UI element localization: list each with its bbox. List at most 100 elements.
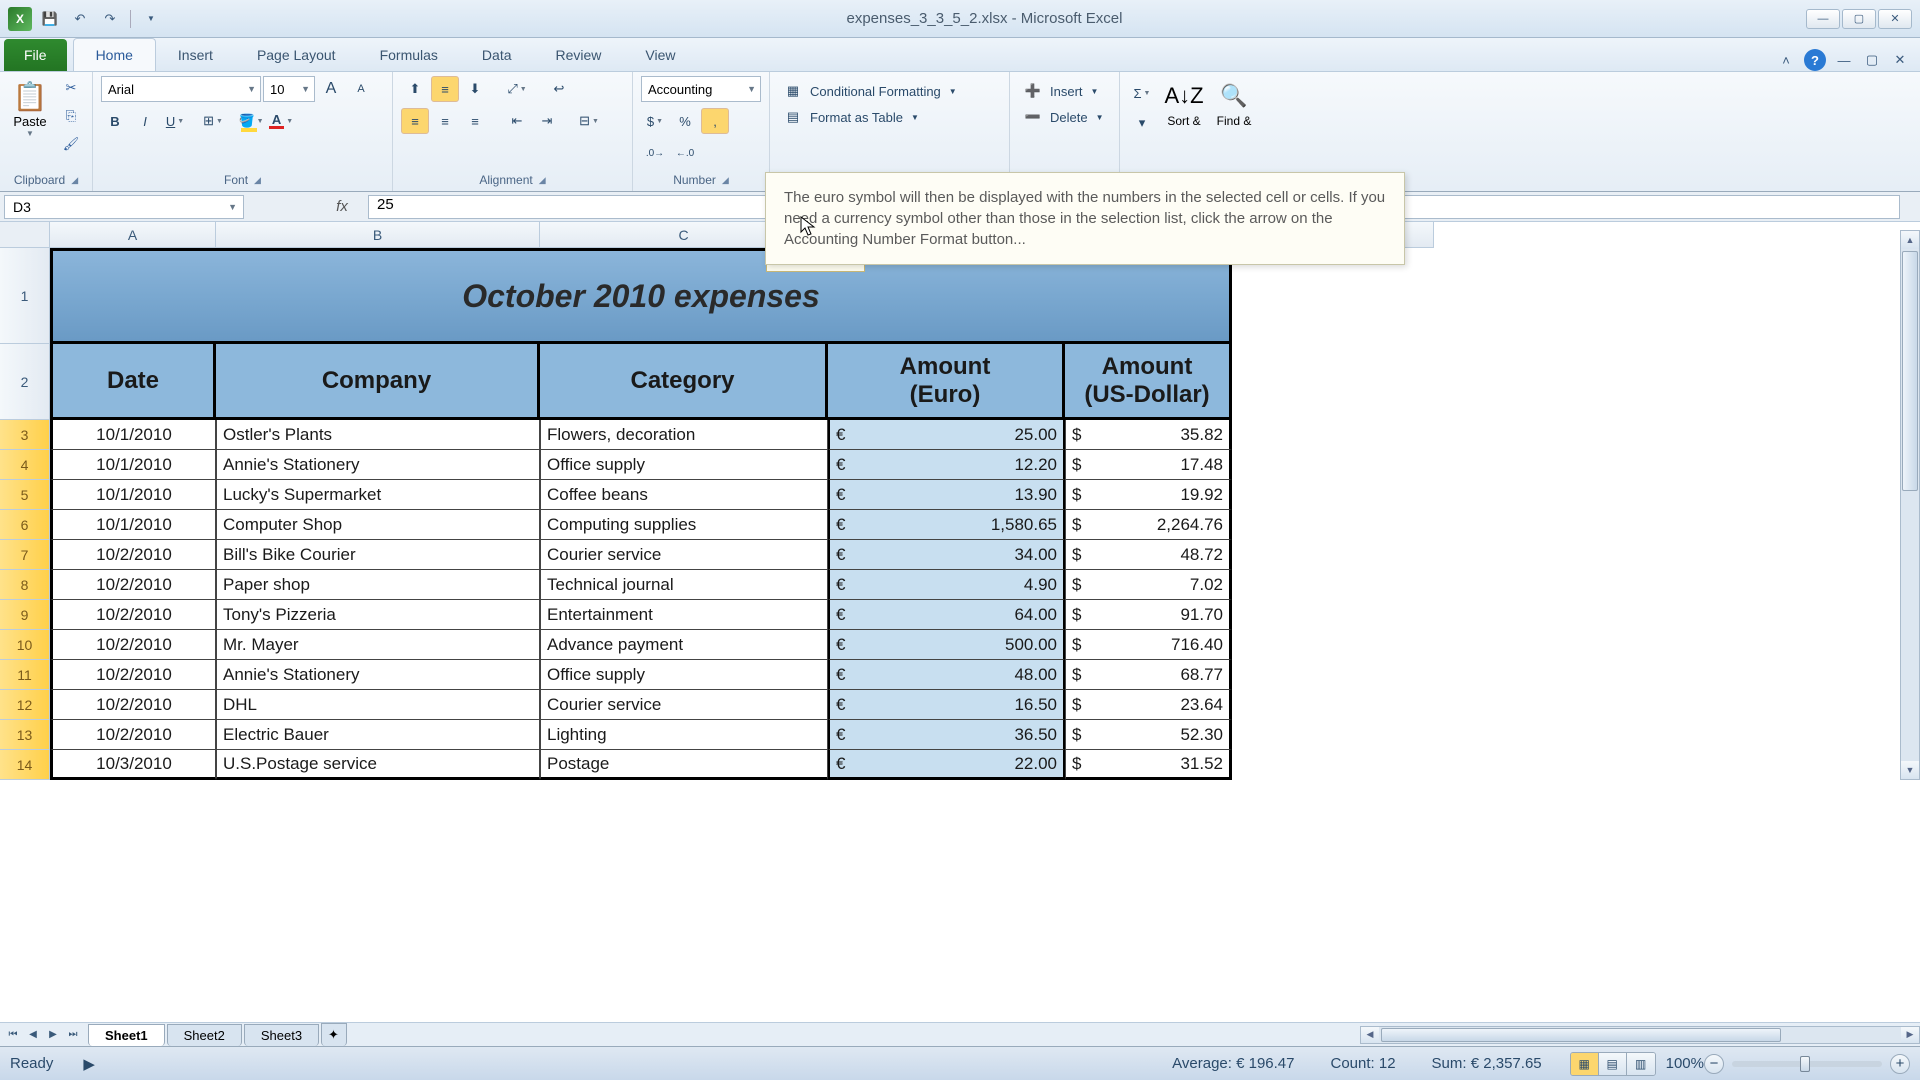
table-cell[interactable]: Flowers, decoration bbox=[540, 420, 828, 450]
workbook-minimize-icon[interactable]: — bbox=[1834, 52, 1854, 68]
excel-logo-icon[interactable]: X bbox=[8, 7, 32, 31]
align-right-icon[interactable]: ≡ bbox=[461, 108, 489, 134]
undo-icon[interactable]: ↶ bbox=[68, 7, 92, 31]
hscroll-thumb[interactable] bbox=[1381, 1028, 1781, 1042]
table-cell[interactable]: €34.00 bbox=[828, 540, 1065, 570]
table-cell[interactable]: 10/2/2010 bbox=[50, 570, 216, 600]
row-header-2[interactable]: 2 bbox=[0, 344, 50, 420]
table-cell[interactable]: Office supply bbox=[540, 450, 828, 480]
close-button[interactable]: ✕ bbox=[1878, 9, 1912, 29]
number-dialog-launcher[interactable]: ◢ bbox=[722, 175, 729, 186]
table-cell[interactable]: U.S.Postage service bbox=[216, 750, 540, 780]
zoom-out-button[interactable]: − bbox=[1704, 1054, 1724, 1074]
table-cell[interactable]: 10/1/2010 bbox=[50, 420, 216, 450]
wrap-text-icon[interactable]: ↩ bbox=[545, 76, 573, 102]
vertical-scrollbar[interactable]: ▲ ▼ bbox=[1900, 230, 1920, 780]
table-cell[interactable]: Advance payment bbox=[540, 630, 828, 660]
col-header-B[interactable]: B bbox=[216, 222, 540, 248]
align-left-icon[interactable]: ≡ bbox=[401, 108, 429, 134]
table-cell[interactable]: 10/1/2010 bbox=[50, 510, 216, 540]
accounting-format-icon[interactable]: $▼ bbox=[641, 108, 669, 134]
underline-icon[interactable]: U▼ bbox=[161, 108, 189, 134]
workbook-restore-icon[interactable]: ▢ bbox=[1862, 52, 1882, 68]
table-cell[interactable]: $7.02 bbox=[1065, 570, 1232, 600]
tab-insert[interactable]: Insert bbox=[156, 39, 235, 71]
normal-view-icon[interactable]: ▦ bbox=[1571, 1053, 1599, 1075]
table-cell[interactable]: Paper shop bbox=[216, 570, 540, 600]
sheet-tab-1[interactable]: Sheet1 bbox=[88, 1024, 165, 1046]
table-cell[interactable]: €13.90 bbox=[828, 480, 1065, 510]
workbook-close-icon[interactable]: ✕ bbox=[1890, 52, 1910, 68]
bold-icon[interactable]: B bbox=[101, 108, 129, 134]
minimize-button[interactable]: — bbox=[1806, 9, 1840, 29]
row-header-14[interactable]: 14 bbox=[0, 750, 50, 780]
table-cell[interactable]: $48.72 bbox=[1065, 540, 1232, 570]
table-cell[interactable]: $2,264.76 bbox=[1065, 510, 1232, 540]
zoom-in-button[interactable]: + bbox=[1890, 1054, 1910, 1074]
row-header-1[interactable]: 1 bbox=[0, 248, 50, 344]
table-cell[interactable]: Mr. Mayer bbox=[216, 630, 540, 660]
italic-icon[interactable]: I bbox=[131, 108, 159, 134]
table-cell[interactable]: 10/1/2010 bbox=[50, 450, 216, 480]
font-name-combo[interactable]: Arial▼ bbox=[101, 76, 261, 102]
table-cell[interactable]: €500.00 bbox=[828, 630, 1065, 660]
border-icon[interactable]: ⊞▼ bbox=[199, 108, 227, 134]
table-cell[interactable]: Annie's Stationery bbox=[216, 450, 540, 480]
file-tab[interactable]: File bbox=[4, 39, 67, 71]
row-header-9[interactable]: 9 bbox=[0, 600, 50, 630]
increase-decimal-icon[interactable]: .0→ bbox=[641, 140, 669, 166]
tab-page-layout[interactable]: Page Layout bbox=[235, 39, 358, 71]
decrease-decimal-icon[interactable]: ←.0 bbox=[671, 140, 699, 166]
fx-icon[interactable]: fx bbox=[328, 195, 356, 219]
table-cell[interactable]: 10/1/2010 bbox=[50, 480, 216, 510]
find-select-button[interactable]: 🔍 Find & bbox=[1212, 76, 1256, 130]
table-cell[interactable]: $91.70 bbox=[1065, 600, 1232, 630]
sheet-nav-prev[interactable]: ◀ bbox=[24, 1026, 42, 1044]
increase-indent-icon[interactable]: ⇥ bbox=[533, 108, 561, 134]
cells-grid[interactable]: October 2010 expensesDateCompanyCategory… bbox=[50, 248, 1232, 780]
table-cell[interactable]: Entertainment bbox=[540, 600, 828, 630]
number-format-combo[interactable]: Accounting▼ bbox=[641, 76, 761, 102]
name-box[interactable]: D3▼ bbox=[4, 195, 244, 219]
tab-view[interactable]: View bbox=[623, 39, 697, 71]
page-break-view-icon[interactable]: ▥ bbox=[1627, 1053, 1655, 1075]
table-cell[interactable]: $19.92 bbox=[1065, 480, 1232, 510]
table-cell[interactable]: €48.00 bbox=[828, 660, 1065, 690]
table-cell[interactable]: Technical journal bbox=[540, 570, 828, 600]
table-cell[interactable]: 10/2/2010 bbox=[50, 720, 216, 750]
table-cell[interactable]: €12.20 bbox=[828, 450, 1065, 480]
table-header-cell[interactable]: Category bbox=[540, 344, 828, 420]
orientation-icon[interactable]: ⤢▼ bbox=[503, 76, 531, 102]
fill-color-icon[interactable]: 🪣▼ bbox=[237, 108, 265, 134]
macro-record-icon[interactable]: ▶ bbox=[83, 1055, 95, 1073]
row-header-5[interactable]: 5 bbox=[0, 480, 50, 510]
page-layout-view-icon[interactable]: ▤ bbox=[1599, 1053, 1627, 1075]
vscroll-thumb[interactable] bbox=[1902, 251, 1918, 491]
table-cell[interactable]: Electric Bauer bbox=[216, 720, 540, 750]
alignment-dialog-launcher[interactable]: ◢ bbox=[539, 175, 546, 186]
tab-formulas[interactable]: Formulas bbox=[358, 39, 460, 71]
table-cell[interactable]: 10/2/2010 bbox=[50, 600, 216, 630]
help-icon[interactable]: ? bbox=[1804, 49, 1826, 71]
table-cell[interactable]: $23.64 bbox=[1065, 690, 1232, 720]
scroll-up-icon[interactable]: ▲ bbox=[1901, 231, 1919, 249]
sheet-tab-2[interactable]: Sheet2 bbox=[167, 1024, 242, 1046]
align-top-icon[interactable]: ⬆ bbox=[401, 76, 429, 102]
font-size-combo[interactable]: 10▼ bbox=[263, 76, 315, 102]
table-cell[interactable]: Courier service bbox=[540, 690, 828, 720]
table-header-cell[interactable]: Amount (Euro) bbox=[828, 344, 1065, 420]
grow-font-icon[interactable]: A bbox=[317, 76, 345, 102]
table-cell[interactable]: Computer Shop bbox=[216, 510, 540, 540]
sheet-tab-3[interactable]: Sheet3 bbox=[244, 1024, 319, 1046]
format-painter-icon[interactable]: 🖌 bbox=[58, 132, 84, 156]
sheet-nav-first[interactable]: ⏮ bbox=[4, 1026, 22, 1044]
table-cell[interactable]: €16.50 bbox=[828, 690, 1065, 720]
table-cell[interactable]: Courier service bbox=[540, 540, 828, 570]
sheet-nav-next[interactable]: ▶ bbox=[44, 1026, 62, 1044]
table-cell[interactable]: $35.82 bbox=[1065, 420, 1232, 450]
table-cell[interactable]: Ostler's Plants bbox=[216, 420, 540, 450]
row-header-11[interactable]: 11 bbox=[0, 660, 50, 690]
table-cell[interactable]: 10/2/2010 bbox=[50, 690, 216, 720]
table-cell[interactable]: Bill's Bike Courier bbox=[216, 540, 540, 570]
table-cell[interactable]: Tony's Pizzeria bbox=[216, 600, 540, 630]
